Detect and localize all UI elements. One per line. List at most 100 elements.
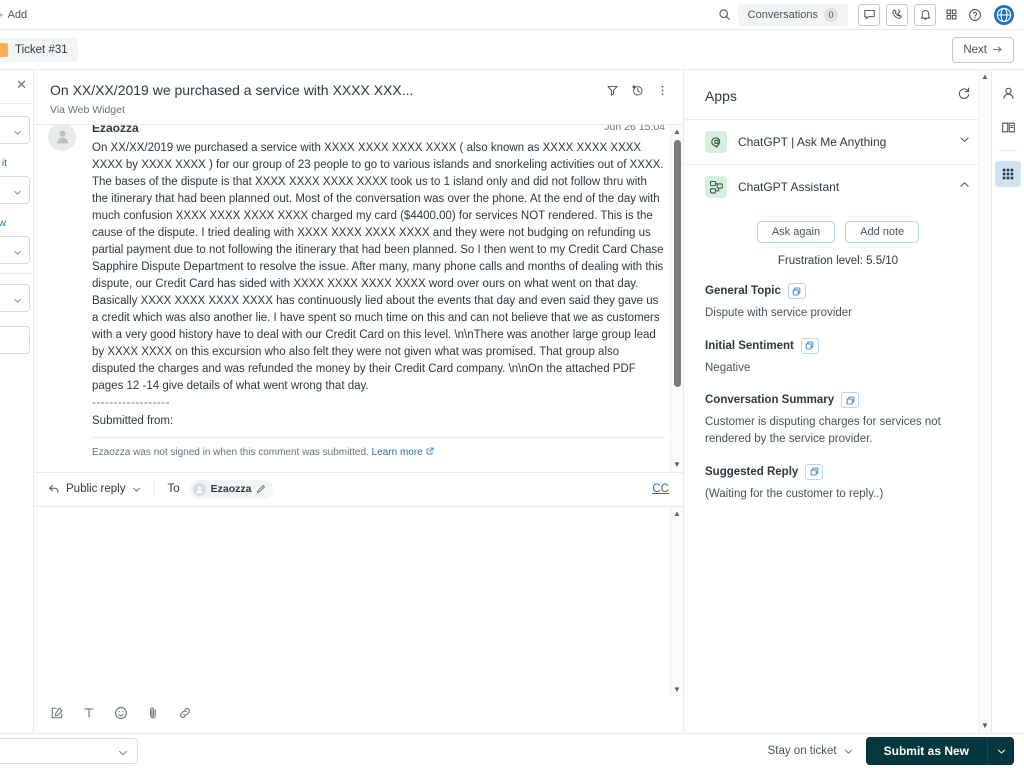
plus-icon: + [0, 7, 4, 22]
field-value-initial-sentiment: Negative [705, 361, 751, 374]
products-grid-icon[interactable] [940, 4, 962, 26]
composer-toolbar [34, 697, 683, 733]
scrollbar-track[interactable] [671, 521, 683, 684]
reply-text-area[interactable]: ▲ ▼ [34, 506, 683, 697]
right-context-rail [992, 70, 1024, 733]
property-select-tags[interactable] [0, 326, 30, 354]
text-format-icon[interactable] [82, 706, 96, 725]
scroll-down-arrow-icon[interactable]: ▼ [981, 719, 989, 733]
more-options-icon[interactable] [656, 84, 669, 102]
attachment-icon[interactable] [146, 706, 160, 725]
app-item-chatgpt-assistant[interactable]: ChatGPT Assistant [685, 164, 991, 209]
apps-rail-icon[interactable] [995, 161, 1021, 187]
macro-icon[interactable] [50, 706, 64, 725]
reply-type-selector[interactable]: Public reply [48, 483, 142, 495]
phone-icon[interactable] [886, 3, 908, 26]
chevron-up-icon[interactable] [958, 178, 971, 196]
property-select-followers[interactable] [0, 236, 30, 264]
field-value-suggested-reply: (Waiting for the customer to reply..) [705, 487, 884, 500]
avatar [48, 124, 76, 151]
composer-scrollbar[interactable]: ▲ ▼ [670, 506, 683, 697]
ticket-subject: On XX/XX/2019 we purchased a service wit… [50, 82, 414, 98]
link-icon[interactable] [178, 706, 192, 725]
ticket-tab-bar: Ticket #31 Next [0, 30, 1024, 70]
ticket-channel: Via Web Widget [50, 103, 125, 116]
submit-options-caret[interactable] [988, 737, 1014, 765]
footer-macro-select[interactable] [0, 738, 138, 764]
avatar [192, 482, 206, 496]
user-profile-icon[interactable] [995, 80, 1021, 106]
history-icon[interactable] [631, 84, 644, 102]
copy-icon[interactable] [787, 283, 806, 299]
property-select-assignee[interactable] [0, 176, 30, 204]
add-button-label: Add [7, 8, 28, 21]
property-select-type[interactable] [0, 284, 30, 312]
stay-on-ticket-selector[interactable]: Stay on ticket [768, 745, 854, 757]
message-timestamp: Jun 26 15:04 [604, 124, 665, 133]
app-item-chatgpt-ask-me-anything[interactable]: ChatGPT | Ask Me Anything [685, 119, 991, 164]
copy-icon[interactable] [800, 337, 819, 354]
scroll-down-arrow-icon[interactable]: ▼ [673, 458, 681, 472]
field-value-general-topic: Dispute with service provider [705, 307, 853, 319]
submit-as-new-button[interactable]: Submit as New [865, 737, 988, 765]
app-name: ChatGPT Assistant [738, 180, 840, 194]
field-label-general-topic: General Topic [705, 283, 971, 299]
chevron-down-icon [12, 125, 23, 143]
learn-more-link[interactable]: Learn more [372, 447, 423, 458]
arrow-right-icon [992, 46, 1002, 53]
chevron-down-icon [12, 245, 23, 263]
help-icon[interactable] [964, 4, 986, 26]
ticket-tab-label: Ticket #31 [15, 43, 68, 56]
apps-panel-scrollbar[interactable]: ▲ ▼ [978, 70, 991, 733]
apps-panel-header: Apps [685, 70, 991, 119]
follow-link[interactable]: ollow [0, 213, 33, 232]
ticket-header: On XX/XX/2019 we purchased a service wit… [34, 70, 683, 125]
close-icon[interactable]: ✕ [16, 78, 27, 91]
conversations-filter[interactable]: Conversations 0 [737, 3, 848, 26]
ticket-tab[interactable]: Ticket #31 [0, 37, 78, 62]
recipient-chip[interactable]: Ezaozza [189, 479, 274, 499]
add-button[interactable]: + Add [0, 7, 27, 22]
ask-again-button[interactable]: Ask again [756, 221, 836, 243]
next-button-label: Next [963, 43, 987, 56]
take-it-link[interactable]: ake it [0, 153, 33, 172]
conversations-count-badge: 0 [824, 7, 838, 22]
copy-icon[interactable] [841, 392, 860, 409]
search-icon[interactable] [714, 4, 736, 26]
properties-panel-body: ake it ollow [0, 104, 33, 354]
scroll-up-arrow-icon[interactable]: ▲ [981, 70, 989, 84]
submitted-from-label: Submitted from: [92, 414, 174, 427]
add-note-button[interactable]: Add note [845, 221, 920, 243]
filter-icon[interactable] [606, 84, 619, 102]
recipient-name: Ezaozza [210, 483, 252, 495]
scrollbar-track[interactable] [671, 139, 683, 458]
conversation-scrollbar[interactable]: ▲ ▼ [670, 124, 683, 472]
copy-icon[interactable] [805, 463, 824, 480]
assistant-content: Ask again Add note Frustration level: 5.… [685, 209, 991, 502]
notifications-bell-icon[interactable] [914, 3, 936, 26]
cc-button[interactable]: CC [652, 483, 669, 495]
scroll-up-arrow-icon[interactable]: ▲ [673, 507, 681, 521]
scroll-up-arrow-icon[interactable]: ▲ [673, 125, 681, 139]
edit-pencil-icon[interactable] [256, 484, 266, 494]
property-select-requester[interactable] [0, 116, 30, 144]
field-label-suggested-reply: Suggested Reply [705, 463, 971, 480]
emoji-icon[interactable] [114, 706, 128, 725]
scrollbar-thumb[interactable] [673, 139, 681, 387]
chat-icon[interactable] [858, 3, 880, 26]
refresh-icon[interactable] [957, 86, 971, 105]
knowledge-base-icon[interactable] [995, 114, 1021, 140]
app-name: ChatGPT | Ask Me Anything [738, 135, 887, 149]
scrollbar-track[interactable] [979, 84, 991, 719]
reply-composer: Public reply To Ezaozza CC ▲ ▼ [34, 473, 683, 734]
next-ticket-button[interactable]: Next [952, 36, 1014, 63]
footer-actions: Stay on ticket Submit as New [768, 737, 1024, 765]
chevron-down-icon [12, 185, 23, 203]
chevron-down-icon[interactable] [958, 133, 971, 151]
chevron-down-icon [133, 487, 141, 491]
chatgpt-assistant-icon [705, 176, 727, 198]
chevron-down-icon [117, 746, 129, 764]
user-avatar[interactable] [994, 4, 1014, 25]
reply-type-label: Public reply [66, 483, 126, 495]
scroll-down-arrow-icon[interactable]: ▼ [673, 683, 681, 697]
